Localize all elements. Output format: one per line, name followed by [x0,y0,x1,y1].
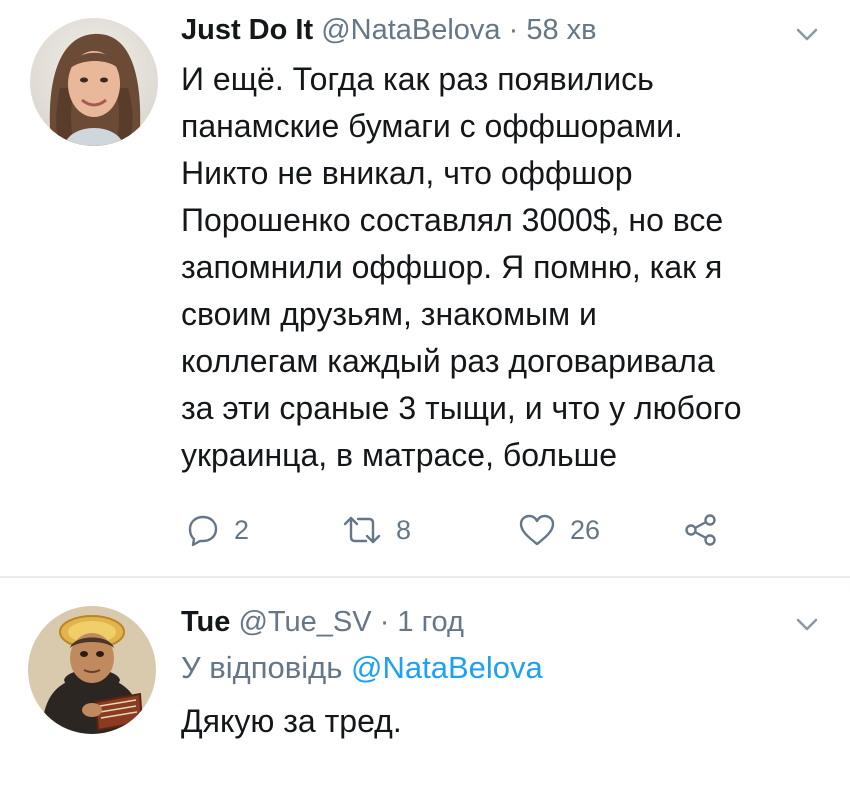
tweet-text-line: коллегам каждый раз договаривала [181,343,715,379]
user-handle[interactable]: @NataBelova [321,14,500,46]
reply-button[interactable]: 2 [186,505,249,555]
share-icon [685,514,716,546]
tweet-text-line: Никто не вникал, что оффшор [181,155,633,191]
tweet-text-line: своим друзьям, знакомым и [181,296,597,332]
tweet-text-line: запомнили оффшор. Я помню, как я [181,249,723,285]
share-button[interactable] [683,505,719,555]
chevron-down-icon[interactable] [796,28,818,42]
reply-count: 2 [234,514,250,545]
tweet-header: Just Do It @NataBelova · 58 хв [181,12,597,48]
retweet-icon [343,516,381,544]
reply-icon [188,515,218,547]
replying-to: У відповідь @NataBelova [181,648,543,688]
tweet-header: Tue @Tue_SV · 1 год [181,604,464,640]
tweet-text-line: за эти сраные 3 тыщи, и что у любого [181,390,742,426]
heart-icon [519,514,555,546]
tweet-text: Дякую за тред. [181,703,402,739]
timestamp[interactable]: 1 год [397,606,464,638]
chevron-down-icon[interactable] [796,618,818,632]
retweet-button[interactable]: 8 [342,505,411,555]
display-name[interactable]: Tue [181,606,230,638]
avatar[interactable] [30,18,158,146]
retweet-count: 8 [396,514,412,545]
tweet-text-line: панамские бумаги с оффшорами. [181,108,683,144]
mention-link[interactable]: @NataBelova [351,650,543,685]
separator: · [508,14,519,46]
tweet-text: И ещё. Тогда как раз появились панамские… [181,56,821,479]
display-name[interactable]: Just Do It [181,14,313,46]
tweet-text-line: И ещё. Тогда как раз появились [181,61,654,97]
tweet-text-line: Порошенко составлял 3000$, но все [181,202,724,238]
avatar-photo [30,18,158,146]
tweet-text-line: украинца, в матрасе, больше [181,437,618,473]
separator: · [379,606,390,638]
timestamp[interactable]: 58 хв [526,14,596,46]
like-button[interactable]: 26 [518,505,600,555]
replying-to-label: У відповідь [181,650,343,685]
avatar-painting [28,606,156,734]
tweet-natabelova[interactable]: Just Do It @NataBelova · 58 хв И ещё. То… [0,0,850,574]
user-handle[interactable]: @Tue_SV [238,606,371,638]
like-count: 26 [570,514,601,545]
avatar[interactable] [28,606,156,734]
